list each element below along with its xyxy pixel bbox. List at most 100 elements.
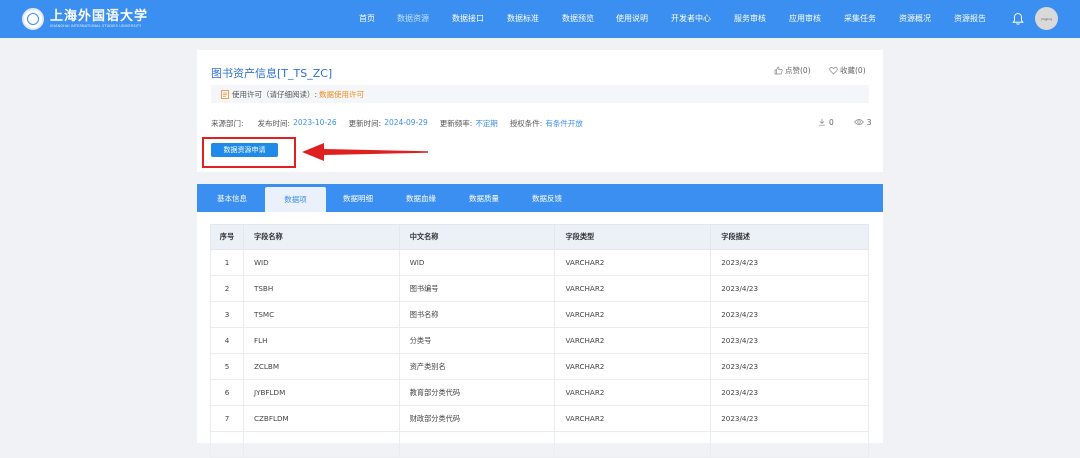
table-row: 1 WID WID VARCHAR2 2023/4/23 <box>210 249 869 276</box>
cell-field-type: VARCHAR2 <box>554 275 712 302</box>
column-header-field-type: 字段类型 <box>554 224 712 250</box>
document-icon <box>221 89 229 99</box>
cell-field-desc: 2023/4/23 <box>710 275 869 302</box>
tab-data-quality[interactable]: 数据质量 <box>454 184 514 212</box>
like-button[interactable]: 点赞(0) <box>774 65 811 76</box>
cell-field-desc <box>710 431 869 458</box>
table-row: 5 ZCLBM 资产类别名 VARCHAR2 2023/4/23 <box>210 353 869 380</box>
red-arrow-icon <box>302 143 428 161</box>
cell-field-name: ZCLBM <box>242 353 400 380</box>
tab-data-details[interactable]: 数据明细 <box>328 184 388 212</box>
cell-chinese-name <box>398 431 556 458</box>
column-header-chinese-name: 中文名称 <box>398 224 556 250</box>
cell-field-name: TSMC <box>242 301 400 328</box>
column-header-field-desc: 字段描述 <box>710 224 869 250</box>
update-time-label: 更新时间: <box>348 119 382 128</box>
tab-data-feedback[interactable]: 数据反馈 <box>517 184 577 212</box>
update-freq-value: 不定期 <box>475 119 498 128</box>
cell-field-name: WID <box>242 249 400 276</box>
tab-basic-info[interactable]: 基本信息 <box>197 184 267 212</box>
cell-field-desc: 2023/4/23 <box>710 379 869 406</box>
highlight-box <box>202 137 296 168</box>
cell-chinese-name: 图书编号 <box>398 275 556 302</box>
update-time-value: 2024-09-29 <box>384 118 428 127</box>
cell-chinese-name: 图书名称 <box>398 301 556 328</box>
university-logo[interactable]: 上海外国语大学 SHANGHAI INTERNATIONAL STUDIES U… <box>22 6 148 32</box>
cell-field-name: TSBH <box>242 275 400 302</box>
cell-chinese-name: 资产类别名 <box>398 353 556 380</box>
cell-field-type <box>554 431 712 458</box>
heart-icon <box>829 67 838 75</box>
cell-field-type: VARCHAR2 <box>554 405 712 432</box>
cell-field-type: VARCHAR2 <box>554 249 712 276</box>
nav-item-resource-overview[interactable]: 资源概况 <box>899 13 931 24</box>
logo-chinese-name: 上海外国语大学 <box>50 8 149 24</box>
data-items-table: 序号 字段名称 中文名称 字段类型 字段描述 1 WID WID VARCHAR… <box>210 224 869 458</box>
table-row: 3 TSMC 图书名称 VARCHAR2 2023/4/23 <box>210 301 869 328</box>
dataset-meta-row: 来源部门: 发布时间: 2023-10-26 更新时间: 2024-09-29 … <box>211 118 583 129</box>
cell-index: 5 <box>210 353 244 380</box>
cell-field-desc: 2023/4/23 <box>710 353 869 380</box>
license-notice: 使用许可（请仔细阅读）: 数据使用许可 <box>211 85 869 103</box>
nav-item-data-api[interactable]: 数据接口 <box>452 13 484 24</box>
table-row: 7 CZBFLDM 财政部分类代码 VARCHAR2 2023/4/23 <box>210 405 869 432</box>
favorite-button[interactable]: 收藏(0) <box>829 65 866 76</box>
dataset-tabs: 基本信息 数据项 数据明细 数据血缘 数据质量 数据反馈 <box>197 184 883 212</box>
cell-field-type: VARCHAR2 <box>554 379 712 406</box>
university-emblem-icon <box>22 8 44 30</box>
nav-item-service-review[interactable]: 服务审核 <box>734 13 766 24</box>
download-icon <box>819 118 825 126</box>
source-dept-label: 来源部门: <box>211 119 244 128</box>
table-header-row: 序号 字段名称 中文名称 字段类型 字段描述 <box>210 224 869 250</box>
license-link[interactable]: 数据使用许可 <box>319 89 364 100</box>
cell-field-type: VARCHAR2 <box>554 301 712 328</box>
nav-item-app-review[interactable]: 应用审核 <box>789 13 821 24</box>
nav-item-data-standards[interactable]: 数据标准 <box>507 13 539 24</box>
auth-condition-label: 授权条件: <box>509 119 543 128</box>
cell-field-desc: 2023/4/23 <box>710 405 869 432</box>
cell-index: 4 <box>210 327 244 354</box>
cell-field-name: JYBFLDM <box>242 379 400 406</box>
nav-item-home[interactable]: 首页 <box>359 13 375 24</box>
view-count: 3 <box>866 118 872 127</box>
cell-field-type: VARCHAR2 <box>554 353 712 380</box>
notification-bell-icon[interactable] <box>1012 12 1024 26</box>
like-count: 点赞(0) <box>785 66 811 75</box>
cell-chinese-name: 分类号 <box>398 327 556 354</box>
nav-item-data-preview[interactable]: 数据预览 <box>562 13 594 24</box>
update-freq-label: 更新频率: <box>439 119 473 128</box>
tab-data-items[interactable]: 数据项 <box>265 187 326 212</box>
cell-index: 3 <box>210 301 244 328</box>
data-items-panel: 序号 字段名称 中文名称 字段类型 字段描述 1 WID WID VARCHAR… <box>197 212 883 458</box>
table-row: 6 JYBFLDM 教育部分类代码 VARCHAR2 2023/4/23 <box>210 379 869 406</box>
nav-item-usage-guide[interactable]: 使用说明 <box>616 13 648 24</box>
eye-icon <box>853 119 864 125</box>
cell-field-desc: 2023/4/23 <box>710 249 869 276</box>
cell-field-name: CZBFLDM <box>242 405 400 432</box>
cell-index: 7 <box>210 405 244 432</box>
table-row <box>210 431 869 458</box>
cell-field-name <box>242 431 400 458</box>
cell-index: 1 <box>210 249 244 276</box>
cell-index <box>210 431 244 458</box>
thumbs-up-icon <box>774 66 783 75</box>
cell-field-desc: 2023/4/23 <box>710 301 869 328</box>
tab-data-lineage[interactable]: 数据血缘 <box>391 184 451 212</box>
cell-index: 2 <box>210 275 244 302</box>
dataset-stats: 0 3 <box>818 118 872 127</box>
auth-condition-value: 有条件开放 <box>545 119 583 128</box>
nav-item-resource-report[interactable]: 资源报告 <box>954 13 986 24</box>
column-header-index: 序号 <box>210 224 244 250</box>
publish-time-value: 2023-10-26 <box>293 118 337 127</box>
logo-english-name: SHANGHAI INTERNATIONAL STUDIES UNIVERSIT… <box>50 23 142 28</box>
nav-item-developer-center[interactable]: 开发者中心 <box>671 13 711 24</box>
cell-chinese-name: 财政部分类代码 <box>398 405 556 432</box>
nav-item-collection-tasks[interactable]: 采集任务 <box>844 13 876 24</box>
top-navbar: 上海外国语大学 SHANGHAI INTERNATIONAL STUDIES U… <box>0 0 1080 38</box>
cell-index: 6 <box>210 379 244 406</box>
user-avatar[interactable]: Jingjing <box>1035 7 1058 30</box>
download-count: 0 <box>829 118 834 127</box>
column-header-field-name: 字段名称 <box>242 224 400 250</box>
nav-item-data-resources[interactable]: 数据资源 <box>397 13 429 24</box>
cell-chinese-name: WID <box>398 249 556 276</box>
